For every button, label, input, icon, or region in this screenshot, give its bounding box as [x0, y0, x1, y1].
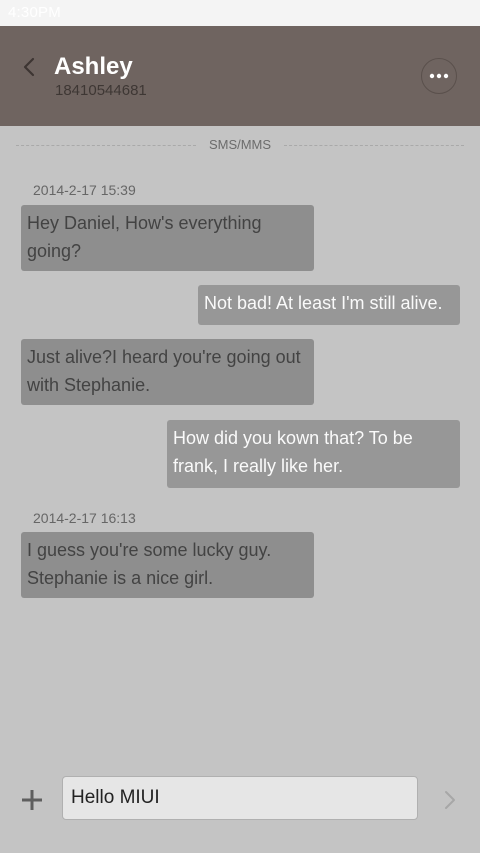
contact-name: Ashley: [54, 53, 133, 80]
channel-label-wrap: SMS/MMS: [16, 137, 464, 152]
status-time: 4:30PM: [8, 4, 61, 21]
incoming-message[interactable]: I guess you're some lucky guy. Stephanie…: [21, 532, 314, 598]
contact-number: 18410544681: [55, 82, 147, 99]
message-timestamp: 2014-2-17 15:39: [33, 182, 136, 198]
incoming-message[interactable]: Just alive?I heard you're going out with…: [21, 339, 314, 405]
more-options-button[interactable]: [421, 58, 457, 94]
composer-bar: [0, 770, 480, 830]
status-bar: 4:30PM: [0, 0, 480, 26]
add-attachment-button[interactable]: [18, 786, 46, 814]
chevron-left-icon: [23, 57, 35, 77]
outgoing-message[interactable]: Not bad! At least I'm still alive.: [198, 285, 460, 325]
plus-icon: [22, 790, 42, 810]
channel-divider: SMS/MMS: [16, 137, 464, 153]
message-input[interactable]: [62, 776, 418, 820]
more-horizontal-icon: [429, 73, 449, 79]
message-timestamp: 2014-2-17 16:13: [33, 510, 136, 526]
incoming-message[interactable]: Hey Daniel, How's everything going?: [21, 205, 314, 271]
back-button[interactable]: [14, 50, 44, 84]
send-button[interactable]: [438, 786, 462, 814]
channel-label: SMS/MMS: [200, 137, 280, 152]
chevron-right-icon: [445, 791, 455, 809]
outgoing-message[interactable]: How did you kown that? To be frank, I re…: [167, 420, 460, 488]
